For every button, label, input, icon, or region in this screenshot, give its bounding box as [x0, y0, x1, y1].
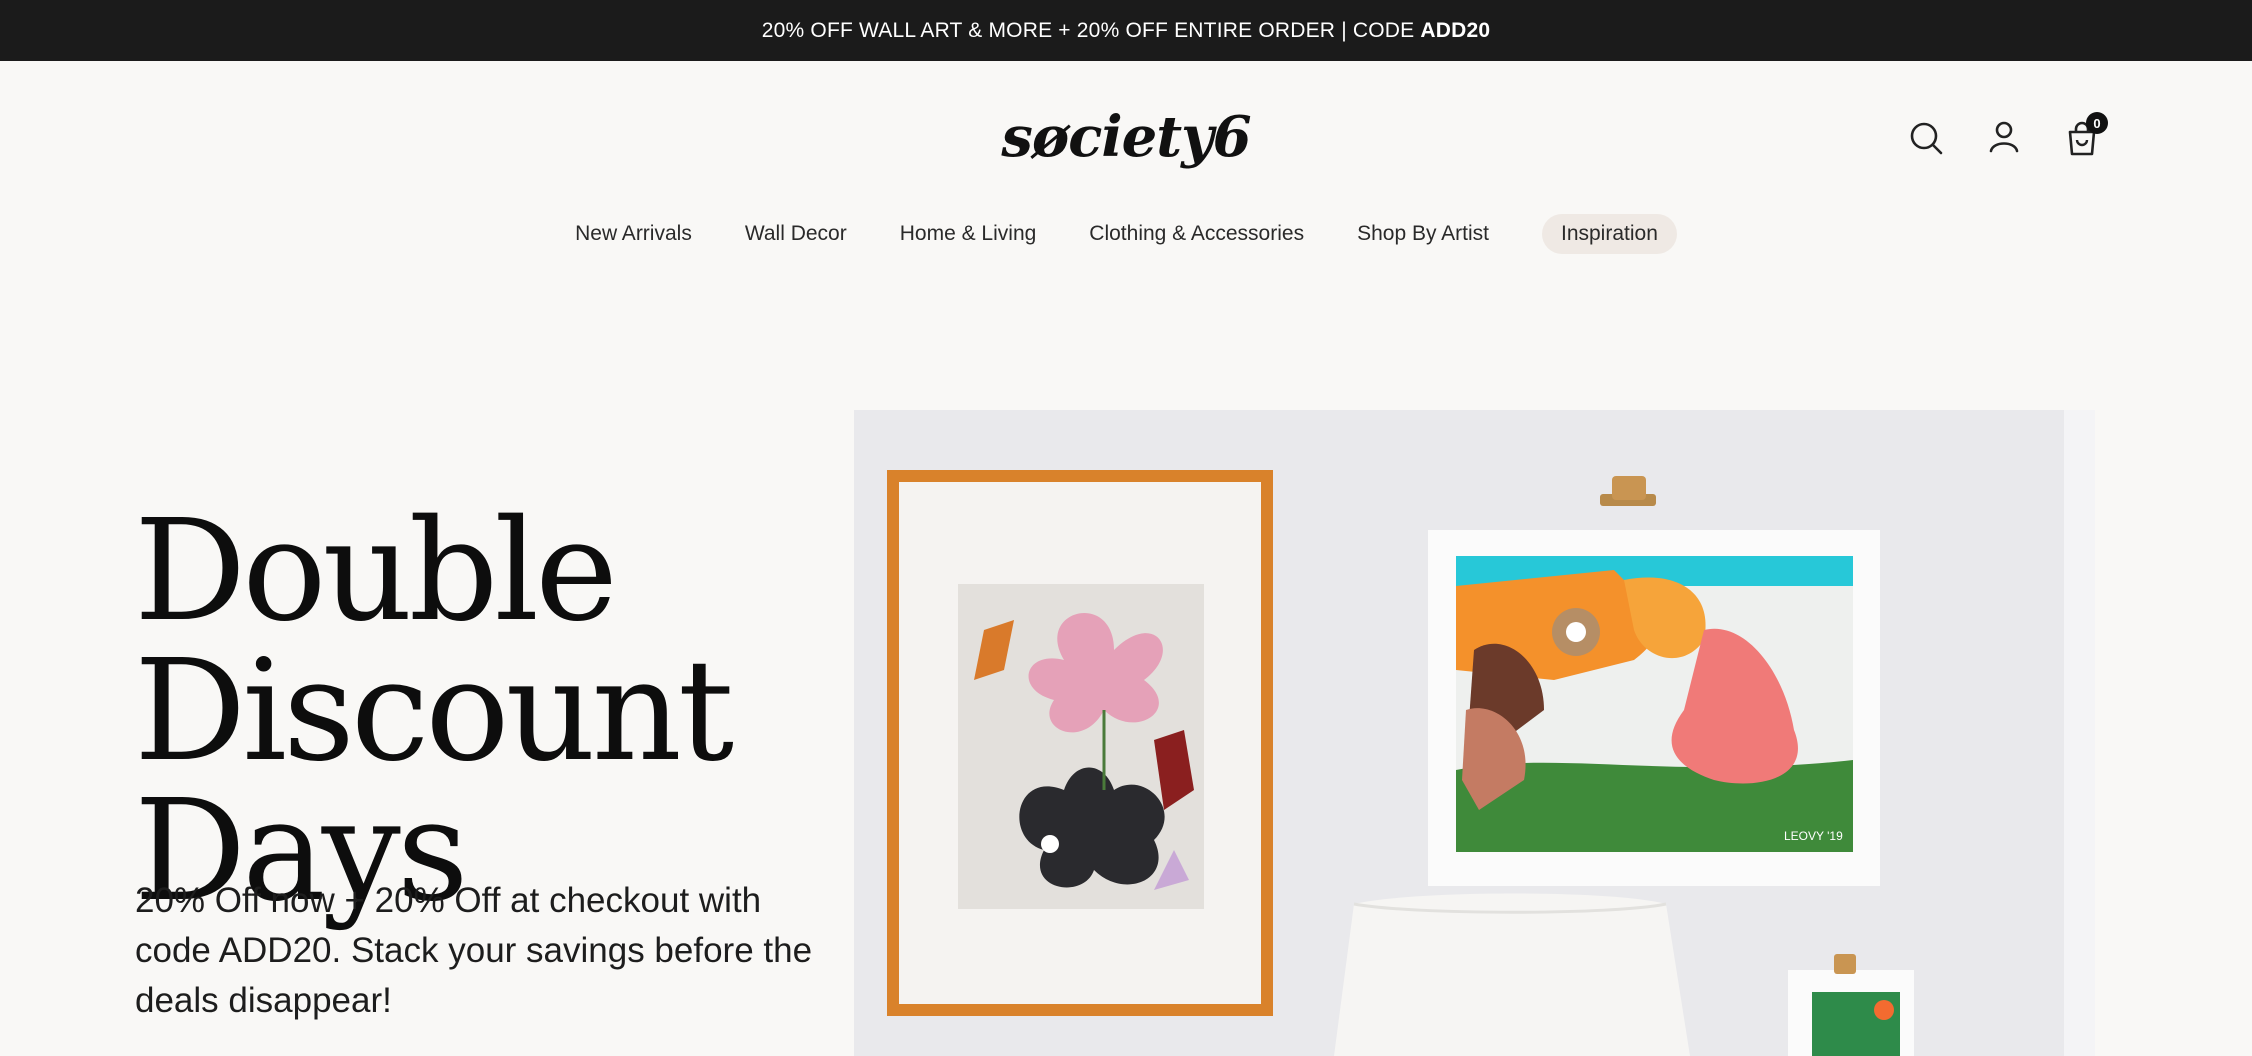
- cart-count-badge: 0: [2086, 112, 2108, 134]
- nav-shop-by-artist[interactable]: Shop By Artist: [1357, 222, 1489, 246]
- cart-button[interactable]: 0: [2062, 112, 2108, 158]
- nav-wall-decor[interactable]: Wall Decor: [745, 222, 847, 246]
- account-icon[interactable]: [1984, 118, 2024, 158]
- nav-inspiration[interactable]: Inspiration: [1541, 214, 1677, 254]
- artist-signature: LEOVY '19: [1784, 829, 1843, 843]
- promo-text: 20% OFF WALL ART & MORE + 20% OFF ENTIRE…: [761, 18, 1415, 42]
- hero-title-line-1: Double: [134, 489, 618, 653]
- wall-art-photo: LEOVY '19: [854, 410, 2095, 1056]
- nav-new-arrivals[interactable]: New Arrivals: [575, 222, 692, 246]
- search-icon[interactable]: [1906, 118, 1946, 158]
- promo-code: ADD20: [1420, 18, 1491, 42]
- main-nav: New Arrivals Wall Decor Home & Living Cl…: [0, 214, 2252, 254]
- hero-title-line-2: Discount: [134, 629, 734, 793]
- promo-banner[interactable]: 20% OFF WALL ART & MORE + 20% OFF ENTIRE…: [0, 0, 2252, 61]
- hero-image[interactable]: LEOVY '19: [854, 410, 2095, 1056]
- nav-home-living[interactable]: Home & Living: [900, 222, 1037, 246]
- hero-subtitle: 20% Off now + 20% Off at checkout with c…: [135, 881, 813, 1020]
- hero-title: Double Discount Days: [134, 489, 834, 922]
- nav-clothing-accessories[interactable]: Clothing & Accessories: [1089, 222, 1304, 246]
- header-actions: 0: [1906, 112, 2108, 158]
